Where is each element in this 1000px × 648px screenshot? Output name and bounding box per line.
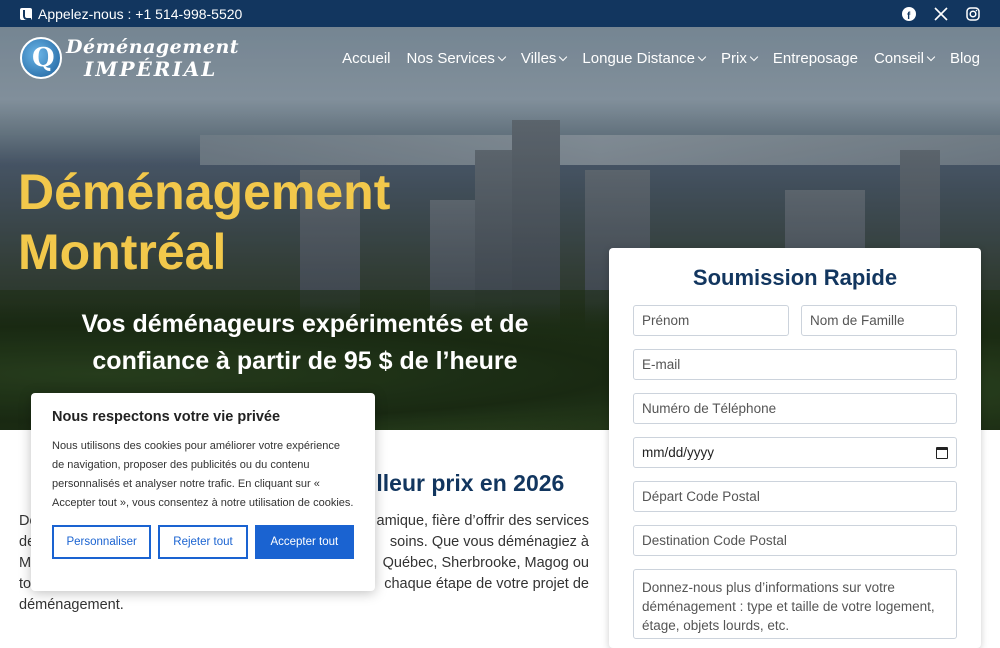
quick-quote-form: Soumission Rapide Prénom Nom de Famille … [609,248,981,648]
phone-link[interactable]: Appelez-nous : +1 514-998-5520 [20,6,242,22]
phone-text: Appelez-nous : +1 514-998-5520 [38,5,243,22]
chevron-down-icon [749,52,759,61]
hero-title: Déménagement Montréal [18,164,391,280]
calendar-icon[interactable] [936,446,948,459]
logo-text-line2: IMPÉRIAL [84,56,218,81]
to-postal-input[interactable]: Destination Code Postal [633,525,957,556]
move-date-input[interactable]: mm/dd/yyyy [633,437,957,468]
nav-item-prix[interactable]: Prix [721,50,759,67]
nav-item-longue-distance[interactable]: Longue Distance [582,50,707,67]
chevron-down-icon [697,52,707,61]
logo-emblem-icon [20,37,62,79]
chevron-down-icon [926,52,936,61]
cookie-banner: Nous respectons votre vie privée Nous ut… [31,393,375,591]
section-title: illeur prix en 2026 [370,470,565,496]
chevron-down-icon [559,52,568,61]
customize-button[interactable]: Personnaliser [52,525,152,559]
nav-item-entreposage[interactable]: Entreposage [773,50,858,67]
facebook-icon[interactable]: f [902,6,916,21]
nav-item-nos-services[interactable]: Nos Services [406,50,507,67]
instagram-icon[interactable] [966,6,980,21]
form-title: Soumission Rapide [692,265,898,290]
site-logo[interactable]: Déménagement IMPÉRIAL [20,37,239,79]
nav-menu: Accueil Nos Services Villes Longue Dista… [342,50,980,67]
chevron-down-icon [497,52,507,61]
phone-input[interactable]: Numéro de Téléphone [633,393,957,424]
social-links: f [902,6,980,21]
details-textarea[interactable]: Donnez-nous plus d’informations sur votr… [633,569,957,639]
cookie-text: Nous utilisons des cookies pour améliore… [52,440,354,509]
main-nav: Déménagement IMPÉRIAL Accueil Nos Servic… [0,27,1000,89]
first-name-input[interactable]: Prénom [633,305,789,336]
email-input[interactable]: E-mail [633,349,957,380]
logo-text-line1: Déménagement [66,35,240,58]
hero-subtitle: Vos déménageurs expérimentés et de confi… [81,310,529,375]
nav-item-accueil[interactable]: Accueil [342,50,390,67]
top-bar: Appelez-nous : +1 514-998-5520 f [0,0,1000,27]
last-name-input[interactable]: Nom de Famille [801,305,957,336]
nav-item-conseil[interactable]: Conseil [874,50,936,67]
accept-all-button[interactable]: Accepter tout [254,525,354,559]
x-icon[interactable] [934,6,948,21]
from-postal-input[interactable]: Départ Code Postal [633,481,957,512]
nav-item-blog[interactable]: Blog [950,50,980,67]
reject-all-button[interactable]: Rejeter tout [158,525,248,559]
cookie-title: Nous respectons votre vie privée [52,409,281,425]
phone-icon [20,7,32,20]
nav-item-villes[interactable]: Villes [521,50,568,67]
